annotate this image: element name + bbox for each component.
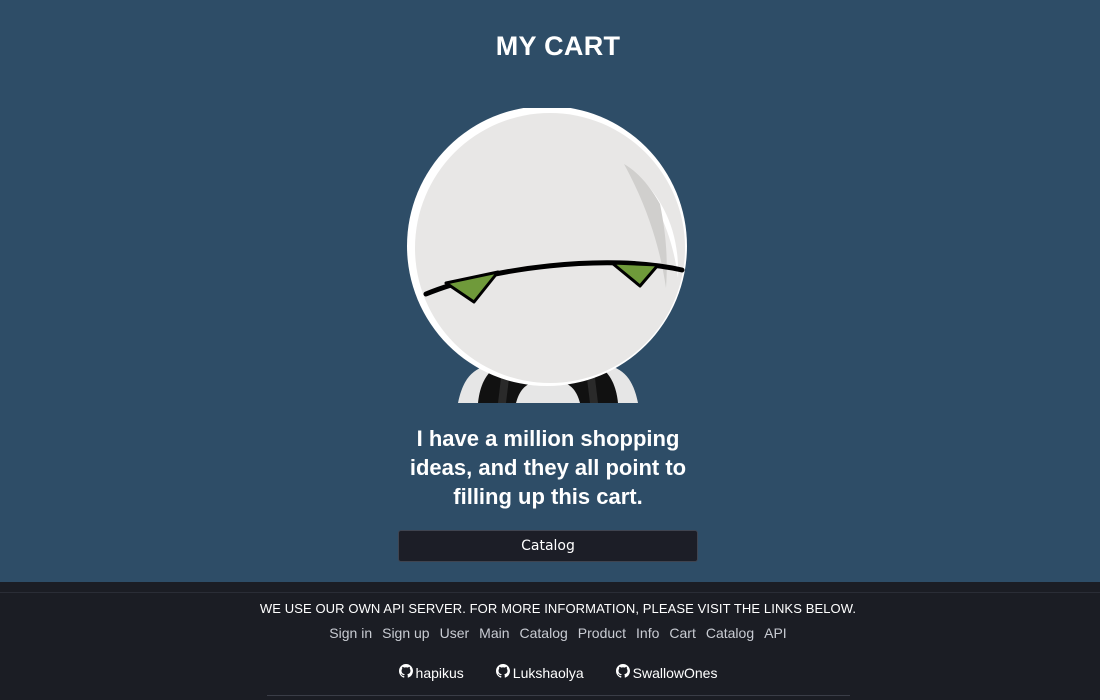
sad-robot-illustration xyxy=(398,106,698,403)
author-name: SwallowOnes xyxy=(632,664,718,681)
author-name: hapikus xyxy=(415,664,464,681)
github-icon xyxy=(495,664,510,681)
main-content: MY CART I have a million shopping ideas, xyxy=(0,0,1100,582)
github-icon xyxy=(615,664,630,681)
footer-notice: WE USE OUR OWN API SERVER. FOR MORE INFO… xyxy=(259,601,857,616)
github-icon xyxy=(398,664,413,681)
footer-bottom-divider xyxy=(267,695,850,696)
author-link-hapikus[interactable]: hapikus xyxy=(398,664,464,681)
author-links: hapikus Lukshaolya SwallowOnes xyxy=(0,664,1100,681)
footer-link-main[interactable]: Main xyxy=(479,625,509,641)
author-name: Lukshaolya xyxy=(512,664,584,681)
footer: WE USE OUR OWN API SERVER. FOR MORE INFO… xyxy=(0,582,1100,700)
footer-link-sign-up[interactable]: Sign up xyxy=(382,625,429,641)
footer-link-product[interactable]: Product xyxy=(578,625,626,641)
footer-nav: Sign in Sign up User Main Catalog Produc… xyxy=(0,625,1100,641)
author-link-lukshaolya[interactable]: Lukshaolya xyxy=(495,664,584,681)
footer-link-catalog-2[interactable]: Catalog xyxy=(706,625,754,641)
footer-link-cart[interactable]: Cart xyxy=(669,625,695,641)
footer-divider xyxy=(0,592,1100,593)
catalog-button[interactable]: Catalog xyxy=(398,530,698,562)
footer-link-sign-in[interactable]: Sign in xyxy=(329,625,372,641)
page-title: MY CART xyxy=(495,31,621,61)
author-link-swallowones[interactable]: SwallowOnes xyxy=(615,664,718,681)
footer-link-info[interactable]: Info xyxy=(636,625,659,641)
footer-link-user[interactable]: User xyxy=(440,625,470,641)
empty-cart-message: I have a million shopping ideas, and the… xyxy=(409,426,687,509)
footer-link-catalog[interactable]: Catalog xyxy=(520,625,568,641)
footer-link-api[interactable]: API xyxy=(764,625,787,641)
